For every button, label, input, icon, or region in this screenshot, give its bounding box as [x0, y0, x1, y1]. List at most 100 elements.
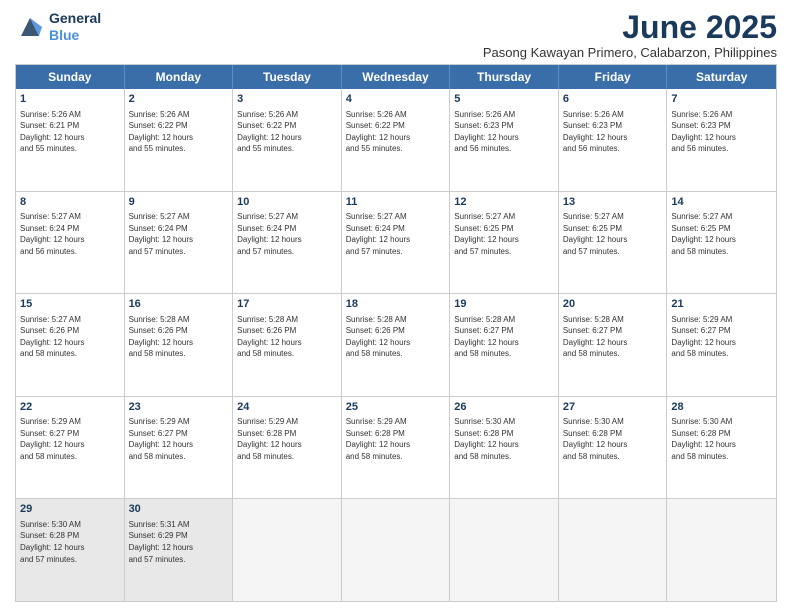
cell-line: Sunset: 6:25 PM	[563, 223, 663, 235]
cell-line: and 58 minutes.	[20, 348, 120, 360]
calendar-cell: 15Sunrise: 5:27 AMSunset: 6:26 PMDayligh…	[16, 294, 125, 396]
cell-line: Sunset: 6:26 PM	[237, 325, 337, 337]
cell-line: Sunset: 6:27 PM	[671, 325, 772, 337]
cell-line: Daylight: 12 hours	[237, 234, 337, 246]
cell-line: Daylight: 12 hours	[563, 439, 663, 451]
calendar-row-2: 8Sunrise: 5:27 AMSunset: 6:24 PMDaylight…	[16, 191, 776, 294]
cell-line: and 56 minutes.	[20, 246, 120, 258]
cell-line: and 57 minutes.	[563, 246, 663, 258]
header-day-friday: Friday	[559, 65, 668, 89]
calendar-cell: 9Sunrise: 5:27 AMSunset: 6:24 PMDaylight…	[125, 192, 234, 294]
cell-line: Daylight: 12 hours	[237, 337, 337, 349]
calendar-cell: 8Sunrise: 5:27 AMSunset: 6:24 PMDaylight…	[16, 192, 125, 294]
header-day-tuesday: Tuesday	[233, 65, 342, 89]
day-number: 16	[129, 297, 229, 312]
cell-line: and 58 minutes.	[563, 451, 663, 463]
cell-line: Sunrise: 5:29 AM	[20, 416, 120, 428]
cell-line: and 58 minutes.	[454, 451, 554, 463]
cell-line: Daylight: 12 hours	[20, 132, 120, 144]
cell-line: and 56 minutes.	[671, 143, 772, 155]
calendar-cell: 16Sunrise: 5:28 AMSunset: 6:26 PMDayligh…	[125, 294, 234, 396]
cell-line: Sunrise: 5:28 AM	[563, 314, 663, 326]
cell-line: Sunrise: 5:29 AM	[346, 416, 446, 428]
day-number: 11	[346, 195, 446, 210]
cell-line: Sunrise: 5:26 AM	[454, 109, 554, 121]
cell-line: and 58 minutes.	[671, 451, 772, 463]
cell-line: Sunset: 6:29 PM	[129, 530, 229, 542]
cell-line: and 58 minutes.	[129, 348, 229, 360]
cell-line: Daylight: 12 hours	[671, 337, 772, 349]
cell-line: Sunset: 6:26 PM	[346, 325, 446, 337]
cell-line: Sunrise: 5:26 AM	[671, 109, 772, 121]
cell-line: Sunrise: 5:29 AM	[129, 416, 229, 428]
cell-line: Sunrise: 5:27 AM	[454, 211, 554, 223]
month-title: June 2025	[483, 10, 777, 45]
cell-line: Daylight: 12 hours	[454, 234, 554, 246]
calendar-cell: 12Sunrise: 5:27 AMSunset: 6:25 PMDayligh…	[450, 192, 559, 294]
cell-line: Sunset: 6:26 PM	[129, 325, 229, 337]
day-number: 22	[20, 400, 120, 415]
cell-line: Sunrise: 5:27 AM	[20, 211, 120, 223]
day-number: 2	[129, 92, 229, 107]
calendar-body: 1Sunrise: 5:26 AMSunset: 6:21 PMDaylight…	[16, 89, 776, 601]
calendar-cell: 21 Sunrise: 5:29 AMSunset: 6:27 PMDayligh…	[667, 294, 776, 396]
day-number: 24	[237, 400, 337, 415]
day-number: 28	[671, 400, 772, 415]
cell-line: Sunrise: 5:28 AM	[237, 314, 337, 326]
cell-line: Sunrise: 5:28 AM	[454, 314, 554, 326]
day-number: 21	[671, 297, 772, 312]
calendar-row-4: 22Sunrise: 5:29 AMSunset: 6:27 PMDayligh…	[16, 396, 776, 499]
calendar-cell: 4Sunrise: 5:26 AMSunset: 6:22 PMDaylight…	[342, 89, 451, 191]
calendar-row-5: 29Sunrise: 5:30 AMSunset: 6:28 PMDayligh…	[16, 498, 776, 601]
cell-line: Daylight: 12 hours	[129, 439, 229, 451]
cell-line: Daylight: 12 hours	[237, 439, 337, 451]
cell-line: Sunset: 6:25 PM	[671, 223, 772, 235]
cell-line: Daylight: 12 hours	[20, 542, 120, 554]
cell-line: Sunset: 6:27 PM	[129, 428, 229, 440]
logo-icon	[15, 12, 45, 42]
logo-line1: General	[49, 10, 101, 27]
day-number: 29	[20, 502, 120, 517]
cell-line: Daylight: 12 hours	[20, 234, 120, 246]
calendar-row-3: 15Sunrise: 5:27 AMSunset: 6:26 PMDayligh…	[16, 293, 776, 396]
logo-line2: Blue	[49, 27, 101, 44]
day-number: 7	[671, 92, 772, 107]
cell-line: Daylight: 12 hours	[129, 234, 229, 246]
cell-line: Daylight: 12 hours	[346, 234, 446, 246]
calendar-cell: 20Sunrise: 5:28 AMSunset: 6:27 PMDayligh…	[559, 294, 668, 396]
calendar-cell: 29Sunrise: 5:30 AMSunset: 6:28 PMDayligh…	[16, 499, 125, 601]
cell-line: and 57 minutes.	[454, 246, 554, 258]
logo: General Blue	[15, 10, 101, 44]
calendar-cell: 27Sunrise: 5:30 AMSunset: 6:28 PMDayligh…	[559, 397, 668, 499]
cell-line: Daylight: 12 hours	[346, 337, 446, 349]
calendar-cell: 1Sunrise: 5:26 AMSunset: 6:21 PMDaylight…	[16, 89, 125, 191]
cell-line: Sunrise: 5:26 AM	[346, 109, 446, 121]
cell-line: Sunset: 6:28 PM	[671, 428, 772, 440]
cell-line: and 55 minutes.	[20, 143, 120, 155]
cell-line: Sunset: 6:22 PM	[237, 120, 337, 132]
day-number: 4	[346, 92, 446, 107]
header-day-saturday: Saturday	[667, 65, 776, 89]
cell-line: and 58 minutes.	[129, 451, 229, 463]
calendar-cell: 28Sunrise: 5:30 AMSunset: 6:28 PMDayligh…	[667, 397, 776, 499]
calendar-cell	[559, 499, 668, 601]
header: General Blue June 2025 Pasong Kawayan Pr…	[15, 10, 777, 60]
cell-line: Sunrise: 5:30 AM	[20, 519, 120, 531]
cell-line: and 58 minutes.	[346, 451, 446, 463]
day-number: 8	[20, 195, 120, 210]
day-number: 15	[20, 297, 120, 312]
cell-line: and 58 minutes.	[671, 348, 772, 360]
cell-line: Daylight: 12 hours	[563, 234, 663, 246]
cell-line: Sunset: 6:24 PM	[129, 223, 229, 235]
day-number: 3	[237, 92, 337, 107]
cell-line: Sunrise: 5:29 AM	[671, 314, 772, 326]
cell-line: Daylight: 12 hours	[671, 132, 772, 144]
cell-line: Sunrise: 5:26 AM	[237, 109, 337, 121]
calendar-cell: 26Sunrise: 5:30 AMSunset: 6:28 PMDayligh…	[450, 397, 559, 499]
day-number: 14	[671, 195, 772, 210]
day-number: 17	[237, 297, 337, 312]
cell-line: Sunset: 6:27 PM	[20, 428, 120, 440]
cell-line: Sunset: 6:27 PM	[563, 325, 663, 337]
cell-line: Sunset: 6:24 PM	[237, 223, 337, 235]
cell-line: and 55 minutes.	[129, 143, 229, 155]
